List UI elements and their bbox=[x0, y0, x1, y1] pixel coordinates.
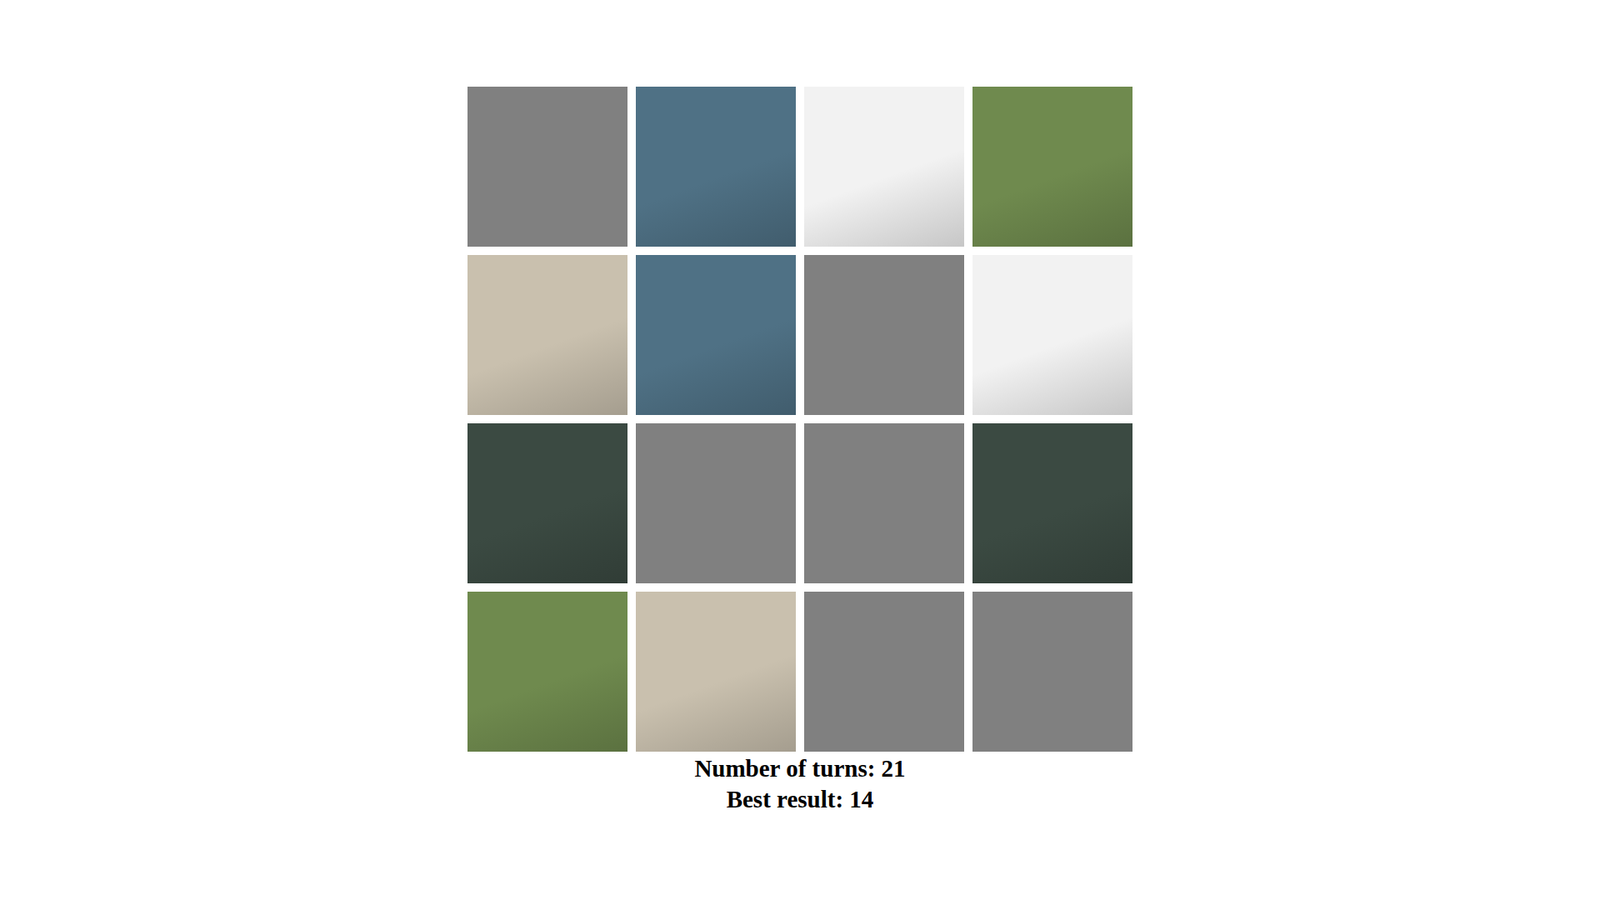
memory-game: Number of turns: 21Best result: 14 bbox=[0, 0, 1600, 900]
card-face-up[interactable] bbox=[635, 86, 796, 247]
card-face-down[interactable] bbox=[467, 86, 628, 247]
card-face-up[interactable] bbox=[972, 423, 1133, 584]
card-face-up[interactable] bbox=[635, 591, 796, 752]
card-face-down[interactable] bbox=[635, 423, 796, 584]
card-face-up[interactable] bbox=[635, 255, 796, 415]
card-face-down[interactable] bbox=[972, 591, 1133, 752]
card-face-down[interactable] bbox=[804, 255, 965, 415]
score-line: Number of turns: 21 bbox=[694, 753, 905, 785]
card-face-down[interactable] bbox=[804, 423, 965, 584]
card-face-up[interactable] bbox=[467, 423, 628, 584]
card-face-down[interactable] bbox=[804, 591, 965, 752]
card-grid bbox=[467, 86, 1133, 752]
card-face-up[interactable] bbox=[467, 591, 628, 752]
card-face-up[interactable] bbox=[972, 86, 1133, 247]
card-face-up[interactable] bbox=[467, 255, 628, 415]
card-face-up[interactable] bbox=[972, 255, 1133, 415]
card-face-up[interactable] bbox=[804, 86, 965, 247]
score-line: Best result: 14 bbox=[726, 784, 875, 815]
score-panel: Number of turns: 21Best result: 14 bbox=[694, 753, 905, 815]
